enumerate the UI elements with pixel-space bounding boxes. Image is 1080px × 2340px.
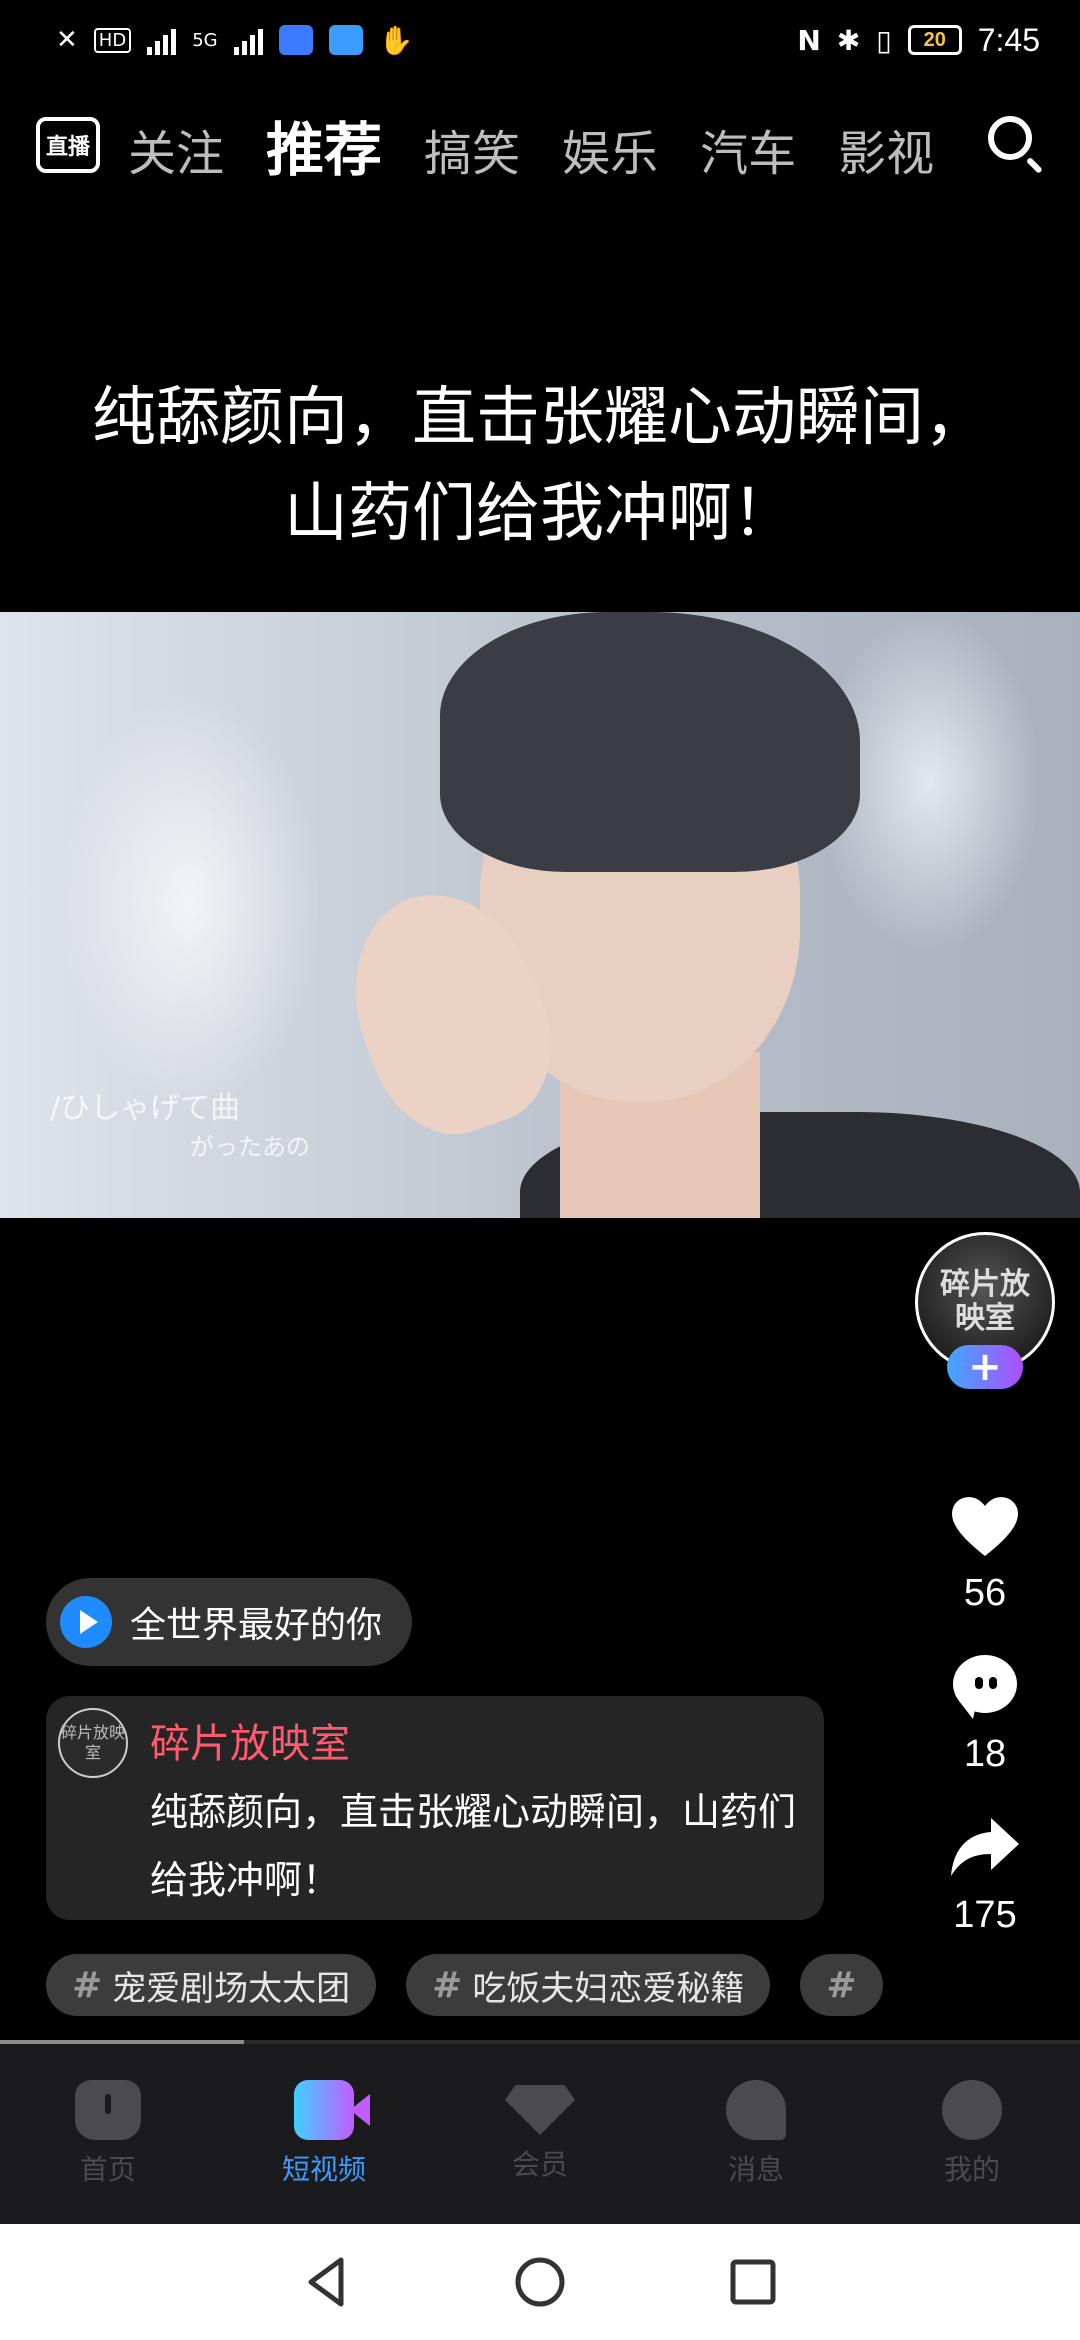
hash-icon: # bbox=[72, 1964, 103, 2006]
bottom-nav: 首页 短视频 会员 消息 我的 bbox=[0, 2044, 1080, 2224]
tab-cars[interactable]: 汽车 bbox=[700, 114, 796, 184]
signal-icon bbox=[147, 25, 177, 55]
top-nav: 直播 关注 推荐 搞笑 娱乐 汽车 影视 bbox=[0, 100, 1080, 190]
share-icon bbox=[951, 1818, 1019, 1876]
nav-vip[interactable]: 会员 bbox=[432, 2044, 648, 2224]
comment-icon-eye bbox=[989, 1677, 997, 1689]
hash-icon: # bbox=[432, 1964, 463, 2006]
hd-label: HD bbox=[93, 27, 132, 53]
description-text: 纯舔颜向，直击张耀心动瞬间，山药们给我冲啊！ bbox=[150, 1790, 797, 1902]
vip-icon bbox=[505, 2085, 575, 2135]
nav-short-video[interactable]: 短视频 bbox=[216, 2044, 432, 2224]
profile-icon bbox=[942, 2080, 1002, 2140]
like-action[interactable]: 56 bbox=[947, 1490, 1023, 1615]
hashtag-chip[interactable]: # 吃饭夫妇恋爱秘籍 bbox=[406, 1954, 771, 2016]
comment-icon bbox=[947, 1651, 1023, 1721]
music-pill[interactable]: 全世界最好的你 bbox=[46, 1578, 413, 1666]
category-tabs: 关注 推荐 搞笑 娱乐 汽车 影视 bbox=[128, 103, 968, 187]
nav-home-label: 首页 bbox=[79, 2153, 136, 2186]
status-bar: ✕ HD 5G ✋ N ✱ ▯ 20 7:45 bbox=[0, 0, 1080, 80]
hashtag-chip[interactable]: # 宠爱剧场太太团 bbox=[46, 1954, 377, 2016]
tab-follow[interactable]: 关注 bbox=[128, 114, 224, 184]
hand-icon: ✋ bbox=[378, 23, 414, 57]
video-lyrics-overlay: /ひしゃげて曲 がったあの bbox=[50, 1090, 310, 1166]
action-rail: 碎片放映室 + 56 18 175 bbox=[910, 1232, 1060, 1937]
home-circle-icon[interactable] bbox=[510, 2252, 570, 2312]
comment-icon-eye bbox=[975, 1677, 983, 1689]
play-icon bbox=[60, 1596, 112, 1648]
tab-recommend[interactable]: 推荐 bbox=[266, 103, 382, 187]
chat-notification-icon bbox=[328, 25, 363, 55]
video-subject-hair bbox=[440, 612, 860, 872]
tab-entertainment[interactable]: 娱乐 bbox=[562, 114, 658, 184]
recent-apps-icon[interactable] bbox=[723, 2252, 783, 2312]
follow-button[interactable]: + bbox=[947, 1345, 1023, 1389]
heart-icon bbox=[952, 1497, 1018, 1556]
bluetooth-icon: ✱ bbox=[836, 23, 861, 57]
comment-icon-tail bbox=[959, 1701, 977, 1719]
wifi-off-icon: ✕ bbox=[56, 25, 78, 55]
nav-short-video-label: 短视频 bbox=[281, 2153, 366, 2186]
status-right: N ✱ ▯ 20 7:45 bbox=[797, 22, 1040, 59]
video-bokeh bbox=[60, 692, 320, 1112]
clock: 7:45 bbox=[977, 21, 1040, 58]
tab-movies[interactable]: 影视 bbox=[838, 114, 934, 184]
nav-profile[interactable]: 我的 bbox=[864, 2044, 1080, 2224]
share-count: 175 bbox=[953, 1894, 1017, 1936]
vibrate-icon: ▯ bbox=[876, 23, 892, 57]
nav-messages[interactable]: 消息 bbox=[648, 2044, 864, 2224]
comment-count: 18 bbox=[963, 1733, 1007, 1775]
description-card[interactable]: 碎片放映室 碎片放映室 纯舔颜向，直击张耀心动瞬间，山药们给我冲啊！ bbox=[46, 1696, 824, 1920]
hashtag-list: # 宠爱剧场太太团 # 吃饭夫妇恋爱秘籍 # bbox=[46, 1954, 886, 2016]
system-nav bbox=[0, 2224, 1080, 2340]
status-left: ✕ HD 5G ✋ bbox=[56, 24, 413, 57]
like-count: 56 bbox=[963, 1572, 1007, 1614]
video-caption: 纯舔颜向，直击张耀心动瞬间，山药们给我冲啊！ bbox=[92, 381, 988, 551]
hashtag-label: # bbox=[826, 1964, 857, 2006]
message-icon bbox=[726, 2080, 786, 2140]
search-icon-handle bbox=[1025, 156, 1043, 174]
share-action[interactable]: 175 bbox=[947, 1812, 1023, 1937]
author-logo-text: 碎片放映室 bbox=[940, 1267, 1030, 1336]
lyrics-line-1: /ひしゃげて曲 bbox=[50, 1091, 241, 1126]
home-icon bbox=[75, 2080, 141, 2140]
signal-2-icon bbox=[233, 25, 263, 55]
search-icon-ring bbox=[988, 116, 1032, 160]
nav-messages-label: 消息 bbox=[727, 2153, 784, 2186]
hashtag-label: 吃饭夫妇恋爱秘籍 bbox=[472, 1968, 745, 2009]
author-name[interactable]: 碎片放映室 bbox=[150, 1714, 800, 1774]
network-label: 5G bbox=[192, 29, 218, 51]
hashtag-label: 宠爱剧场太太团 bbox=[112, 1968, 351, 2009]
live-button[interactable]: 直播 bbox=[36, 117, 100, 173]
nfc-icon: N bbox=[797, 23, 821, 57]
app-notification-icon bbox=[278, 25, 313, 55]
tab-funny[interactable]: 搞笑 bbox=[424, 114, 520, 184]
back-icon[interactable] bbox=[297, 2252, 357, 2312]
nav-profile-label: 我的 bbox=[943, 2153, 1000, 2186]
music-title: 全世界最好的你 bbox=[130, 1605, 383, 1646]
lyrics-line-2: がったあの bbox=[190, 1133, 310, 1161]
nav-home[interactable]: 首页 bbox=[0, 2044, 216, 2224]
hashtag-chip[interactable]: # bbox=[800, 1954, 883, 2016]
video-icon bbox=[294, 2080, 370, 2140]
comment-action[interactable]: 18 bbox=[947, 1651, 1023, 1776]
author-avatar[interactable]: 碎片放映室 + bbox=[915, 1232, 1055, 1389]
search-icon[interactable] bbox=[988, 116, 1044, 174]
battery-icon: 20 bbox=[907, 25, 962, 55]
nav-vip-label: 会员 bbox=[511, 2148, 568, 2181]
video-player[interactable]: /ひしゃげて曲 がったあの bbox=[0, 612, 1080, 1218]
author-small-avatar[interactable]: 碎片放映室 bbox=[58, 1708, 128, 1778]
